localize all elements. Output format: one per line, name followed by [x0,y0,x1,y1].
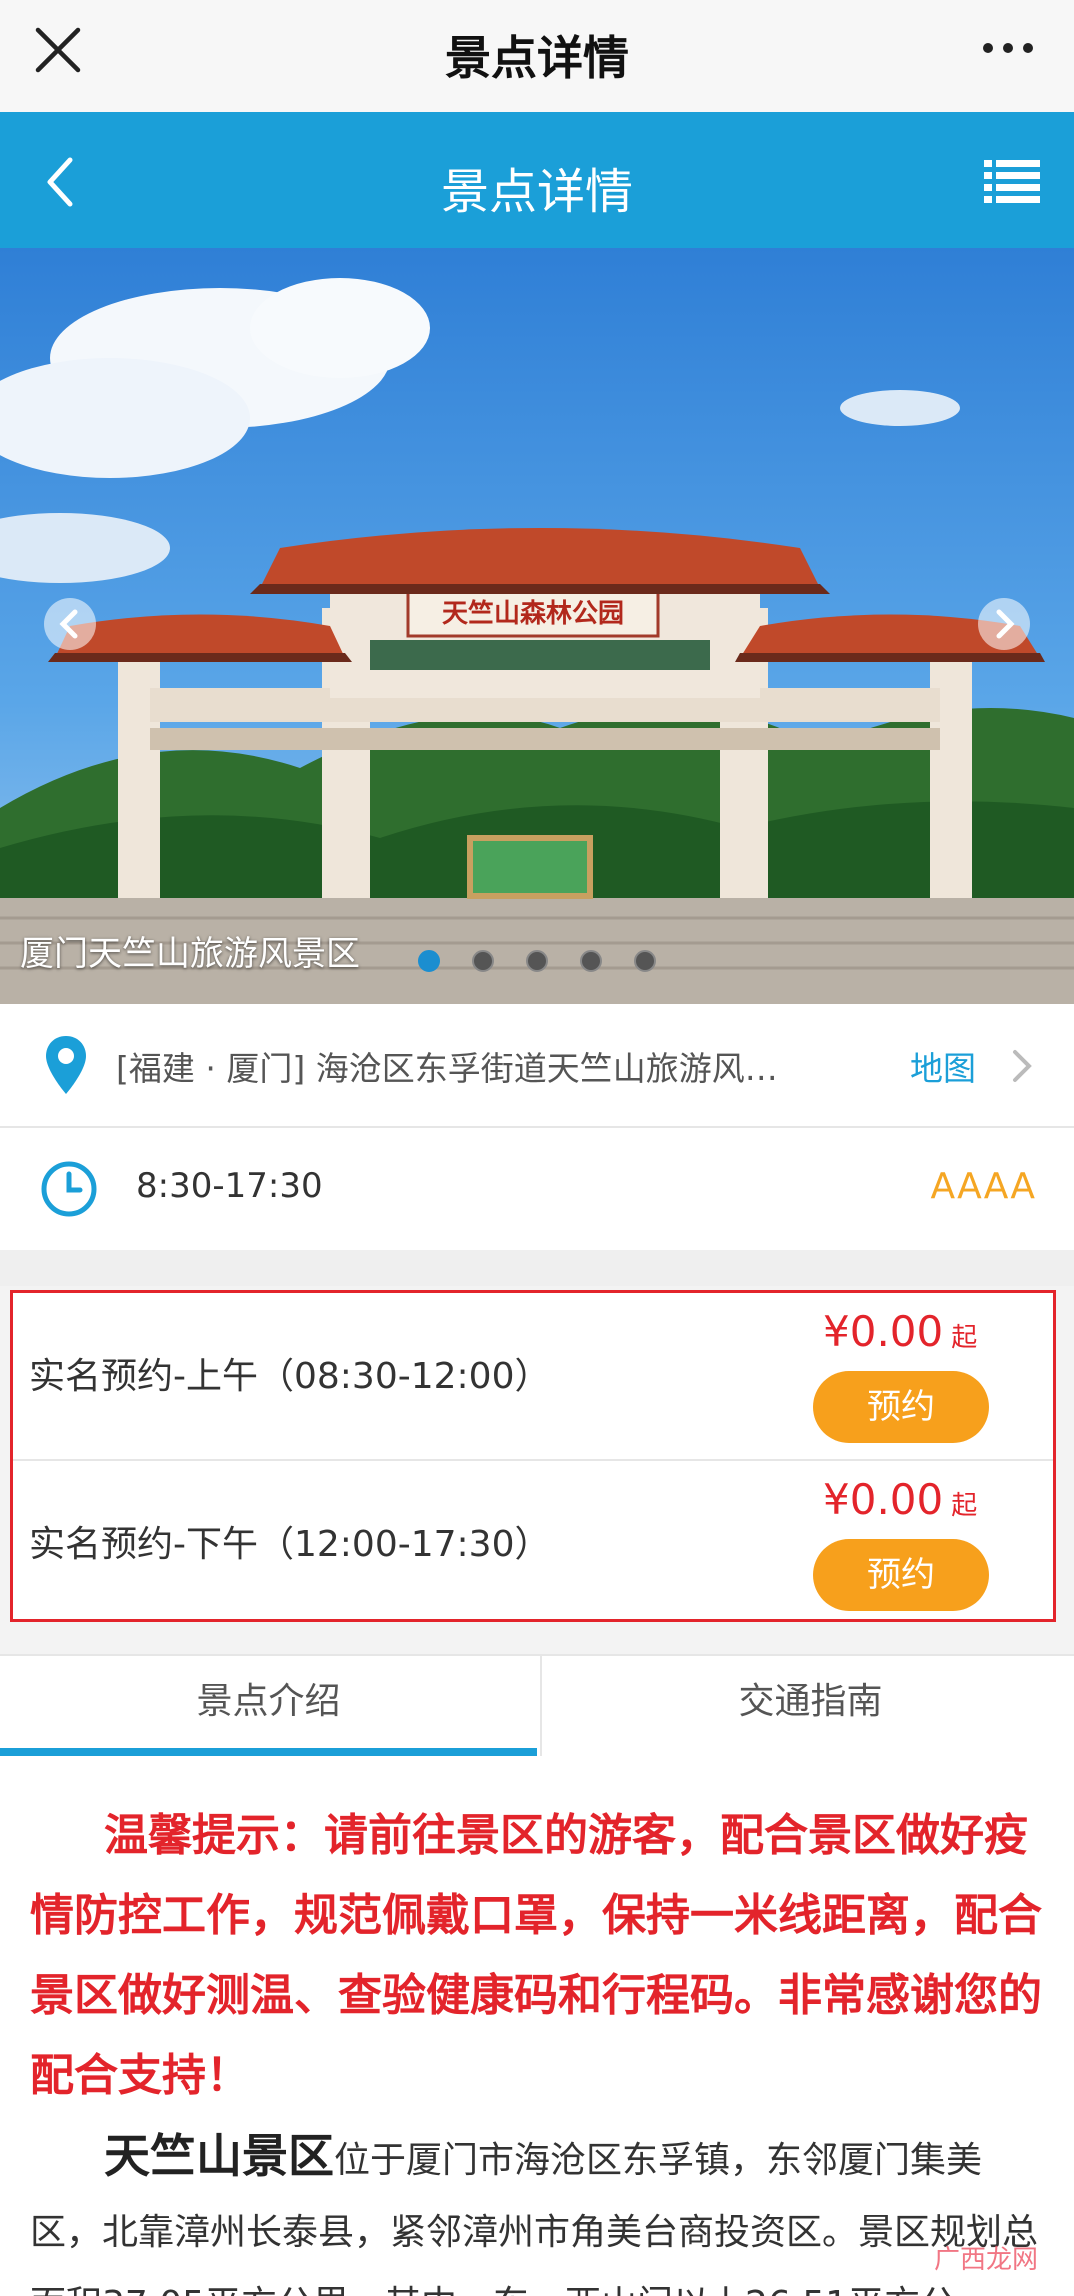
ticket-price: ¥0.00 起 [823,1307,978,1356]
hero-carousel[interactable]: 天竺山森林公园 厦门天竺山旅游风景区 [0,248,1074,1004]
notice-text: 温馨提示：请前往景区的游客，配合景区做好疫情防控工作，规范佩戴口罩，保持一米线距… [30,1810,1042,2101]
book-button[interactable]: 预约 [813,1539,989,1611]
tab-traffic-guide[interactable]: 交通指南 [542,1656,1074,1756]
chevron-right-icon [996,609,1015,639]
gate-sign-text: 天竺山森林公园 [442,598,624,629]
carousel-dot[interactable] [580,950,602,972]
carousel-dot[interactable] [634,950,656,972]
opening-hours: 8:30-17:30 [136,1166,323,1206]
chevron-right-icon [1013,1050,1032,1082]
intro-paragraph: 天竺山景区位于厦门市海沧区东孚镇，东邻厦门集美区，北靠漳州长泰县，紧邻漳州市角美… [30,2120,1050,2296]
scenic-rating: AAAA [930,1166,1036,1207]
chevron-left-icon [59,609,78,639]
wechat-top-bar: 景点详情 [0,0,1074,112]
location-pin-icon [46,1036,86,1094]
app-header: 景点详情 [0,112,1074,248]
carousel-dot[interactable] [418,950,440,972]
detail-tabs: 景点介绍 交通指南 [0,1654,1074,1758]
location-row[interactable]: [福建 · 厦门] 海沧区东孚街道天竺山旅游风… 地图 [0,1004,1074,1128]
intro-bold: 天竺山景区 [104,2129,334,2183]
map-link[interactable]: 地图 [910,1042,976,1090]
hero-caption: 厦门天竺山旅游风景区 [20,934,360,974]
ticket-name: 实名预约-上午（08:30-12:00） [29,1356,551,1397]
carousel-dot[interactable] [526,950,548,972]
list-menu-icon[interactable] [984,158,1040,204]
ticket-name: 实名预约-下午（12:00-17:30） [29,1524,551,1565]
clock-icon [41,1161,97,1217]
carousel-dot[interactable] [472,950,494,972]
location-address: [福建 · 厦门] 海沧区东孚街道天竺山旅游风… [116,1049,778,1088]
hours-row: 8:30-17:30 AAAA [0,1128,1074,1252]
ticket-price: ¥0.00 起 [823,1475,978,1524]
ticket-item: 实名预约-下午（12:00-17:30） ¥0.00 起 预约 [13,1459,1053,1627]
watermark: 广西龙网 [933,2245,1038,2275]
tab-scenic-intro[interactable]: 景点介绍 [0,1656,537,1756]
carousel-prev-button[interactable] [44,598,96,650]
carousel-next-button[interactable] [978,598,1030,650]
book-button[interactable]: 预约 [813,1371,989,1443]
article-body: 温馨提示：请前往景区的游客，配合景区做好疫情防控工作，规范佩戴口罩，保持一米线距… [0,1756,1074,2296]
scenic-gate-photo: 天竺山森林公园 [0,248,1074,1004]
ticket-list: 实名预约-上午（08:30-12:00） ¥0.00 起 预约 实名预约-下午（1… [10,1290,1056,1622]
section-divider [0,1250,1074,1286]
more-icon[interactable] [978,30,1038,66]
page-title: 景点详情 [440,164,633,220]
wechat-title: 景点详情 [445,31,629,85]
ticket-item: 实名预约-上午（08:30-12:00） ¥0.00 起 预约 [13,1293,1053,1459]
